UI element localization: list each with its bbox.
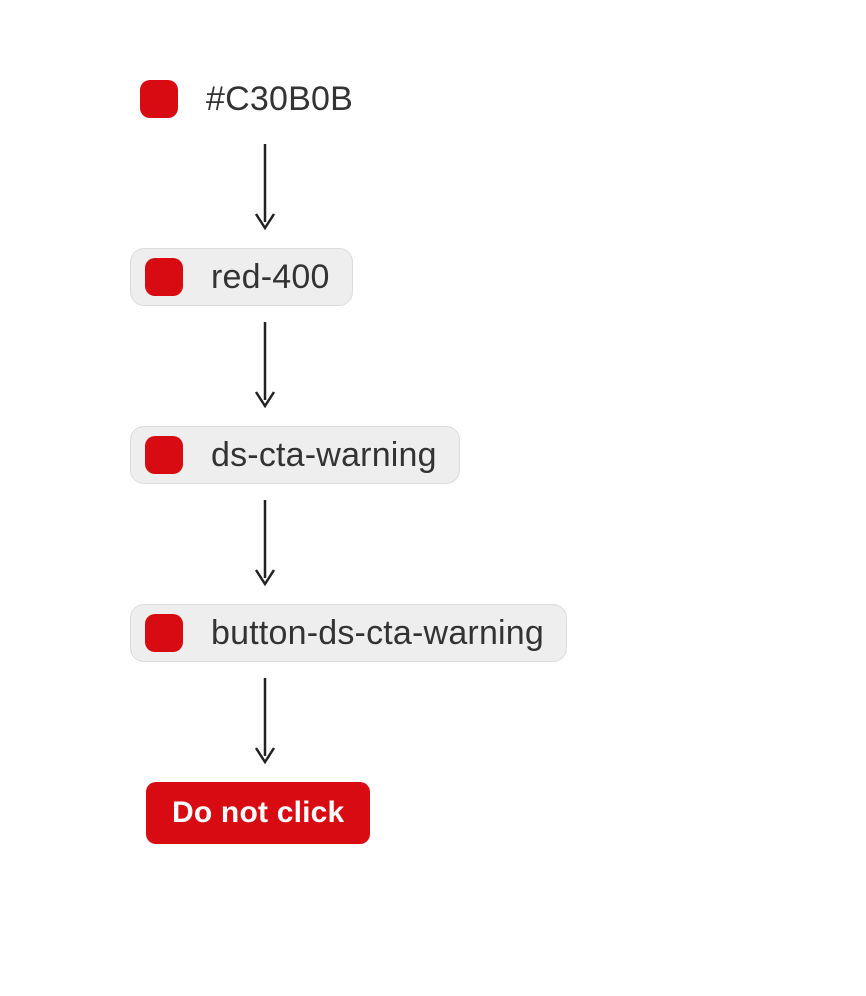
color-swatch [140,80,178,118]
color-swatch [145,614,183,652]
arrow-down-icon [254,320,276,412]
token-hierarchy-diagram: #C30B0B red-400 ds-cta-warning button-ds… [130,70,866,844]
arrow-down-icon [254,498,276,590]
token-red-400: red-400 [130,248,353,306]
raw-color-value: #C30B0B [130,70,375,128]
arrow-down-icon [254,142,276,234]
arrow-down-icon [254,676,276,768]
token-ds-cta-warning: ds-cta-warning [130,426,460,484]
token-label: ds-cta-warning [211,438,437,472]
raw-hex-label: #C30B0B [206,82,353,116]
do-not-click-button[interactable]: Do not click [146,782,370,844]
token-label: button-ds-cta-warning [211,616,544,650]
token-label: red-400 [211,260,330,294]
color-swatch [145,436,183,474]
token-button-ds-cta-warning: button-ds-cta-warning [130,604,567,662]
color-swatch [145,258,183,296]
